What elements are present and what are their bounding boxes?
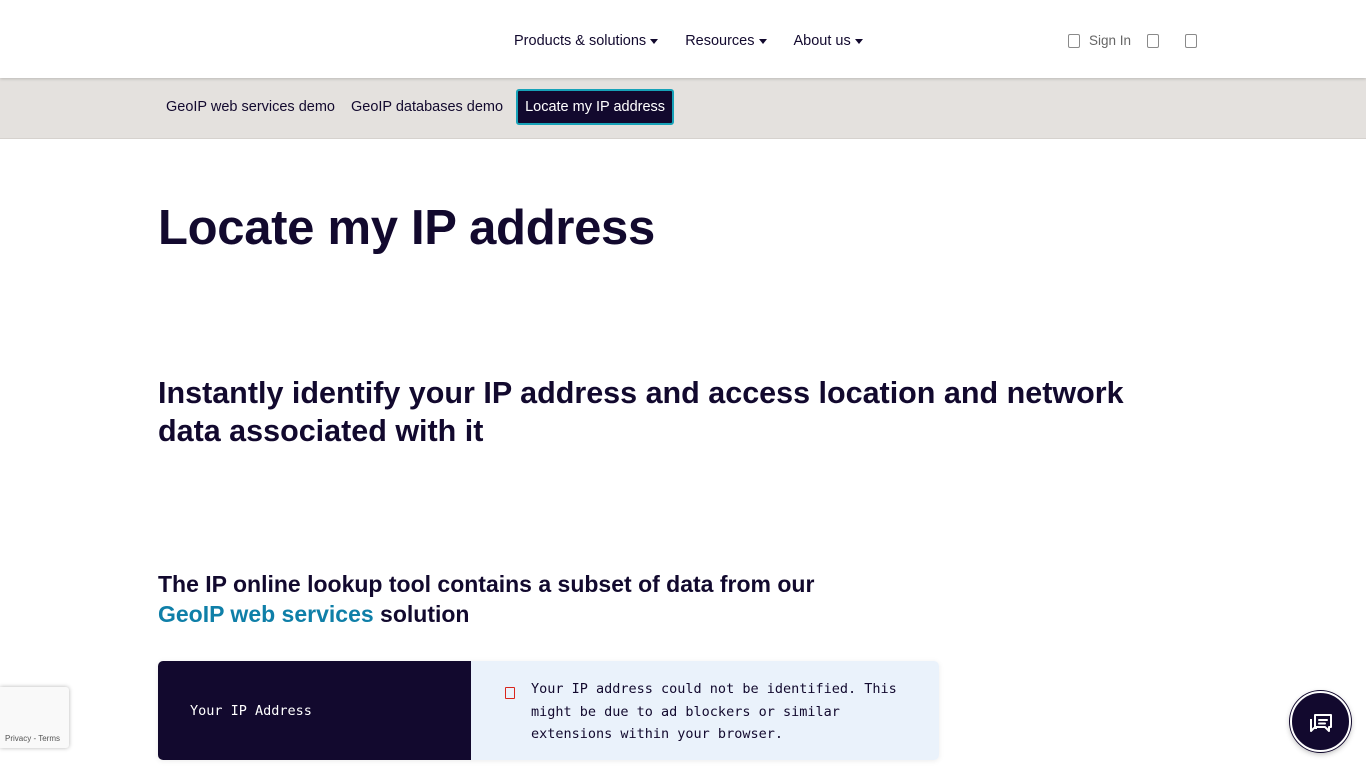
nav-products-solutions[interactable]: Products & solutions xyxy=(514,33,659,49)
note-suffix: solution xyxy=(380,601,470,627)
recaptcha-links: Privacy - Terms xyxy=(5,734,60,743)
utility-nav: Sign In xyxy=(1068,33,1223,48)
nav-products-label: Products & solutions xyxy=(514,33,647,49)
page-subtitle: Instantly identify your IP address and a… xyxy=(158,376,1124,448)
ip-value-cell: Your IP address could not be identified.… xyxy=(471,661,939,760)
user-icon xyxy=(1068,33,1080,48)
subnav-links: GeoIP web services demo GeoIP databases … xyxy=(158,89,675,125)
note-prefix: The IP online lookup tool contains a sub… xyxy=(158,571,815,597)
recaptcha-terms-link[interactable]: Terms xyxy=(38,734,60,743)
nav-about-label: About us xyxy=(793,33,851,49)
caret-down-icon xyxy=(854,38,863,44)
recaptcha-badge[interactable]: Privacy - Terms xyxy=(0,687,69,748)
ip-error-message: Your IP address could not be identified.… xyxy=(531,681,897,742)
recaptcha-privacy-link[interactable]: Privacy xyxy=(5,734,31,743)
site-header: Products & solutions Resources About us … xyxy=(0,0,1366,78)
ip-address-label: Your IP Address xyxy=(190,702,312,719)
nav-about-us[interactable]: About us xyxy=(794,33,863,49)
page-title: Locate my IP address xyxy=(158,201,655,255)
demo-subnav: GeoIP web services demo GeoIP databases … xyxy=(0,78,1366,139)
globe-icon[interactable] xyxy=(1185,33,1198,48)
sign-in-label: Sign In xyxy=(1089,33,1132,48)
subnav-geoip-databases-demo[interactable]: GeoIP databases demo xyxy=(343,89,511,125)
chat-button[interactable] xyxy=(1290,691,1351,752)
ip-address-card: Your IP Address Your IP address could no… xyxy=(158,661,939,760)
warning-icon xyxy=(505,687,515,699)
subnav-geoip-web-services-demo[interactable]: GeoIP web services demo xyxy=(158,89,343,125)
nav-resources[interactable]: Resources xyxy=(685,33,767,49)
sign-in-link[interactable]: Sign In xyxy=(1068,33,1131,48)
subnav-locate-my-ip[interactable]: Locate my IP address xyxy=(516,89,675,125)
chat-icon xyxy=(1309,713,1332,732)
ip-label-cell: Your IP Address xyxy=(158,661,471,760)
search-icon[interactable] xyxy=(1147,33,1160,48)
recaptcha-separator: - xyxy=(33,734,37,743)
caret-down-icon xyxy=(758,38,767,44)
main-nav: Products & solutions Resources About us xyxy=(514,33,863,49)
geoip-web-services-link[interactable]: GeoIP web services xyxy=(158,601,374,627)
nav-resources-label: Resources xyxy=(685,33,755,49)
caret-down-icon xyxy=(650,38,659,44)
lookup-tool-note: The IP online lookup tool contains a sub… xyxy=(158,569,918,629)
